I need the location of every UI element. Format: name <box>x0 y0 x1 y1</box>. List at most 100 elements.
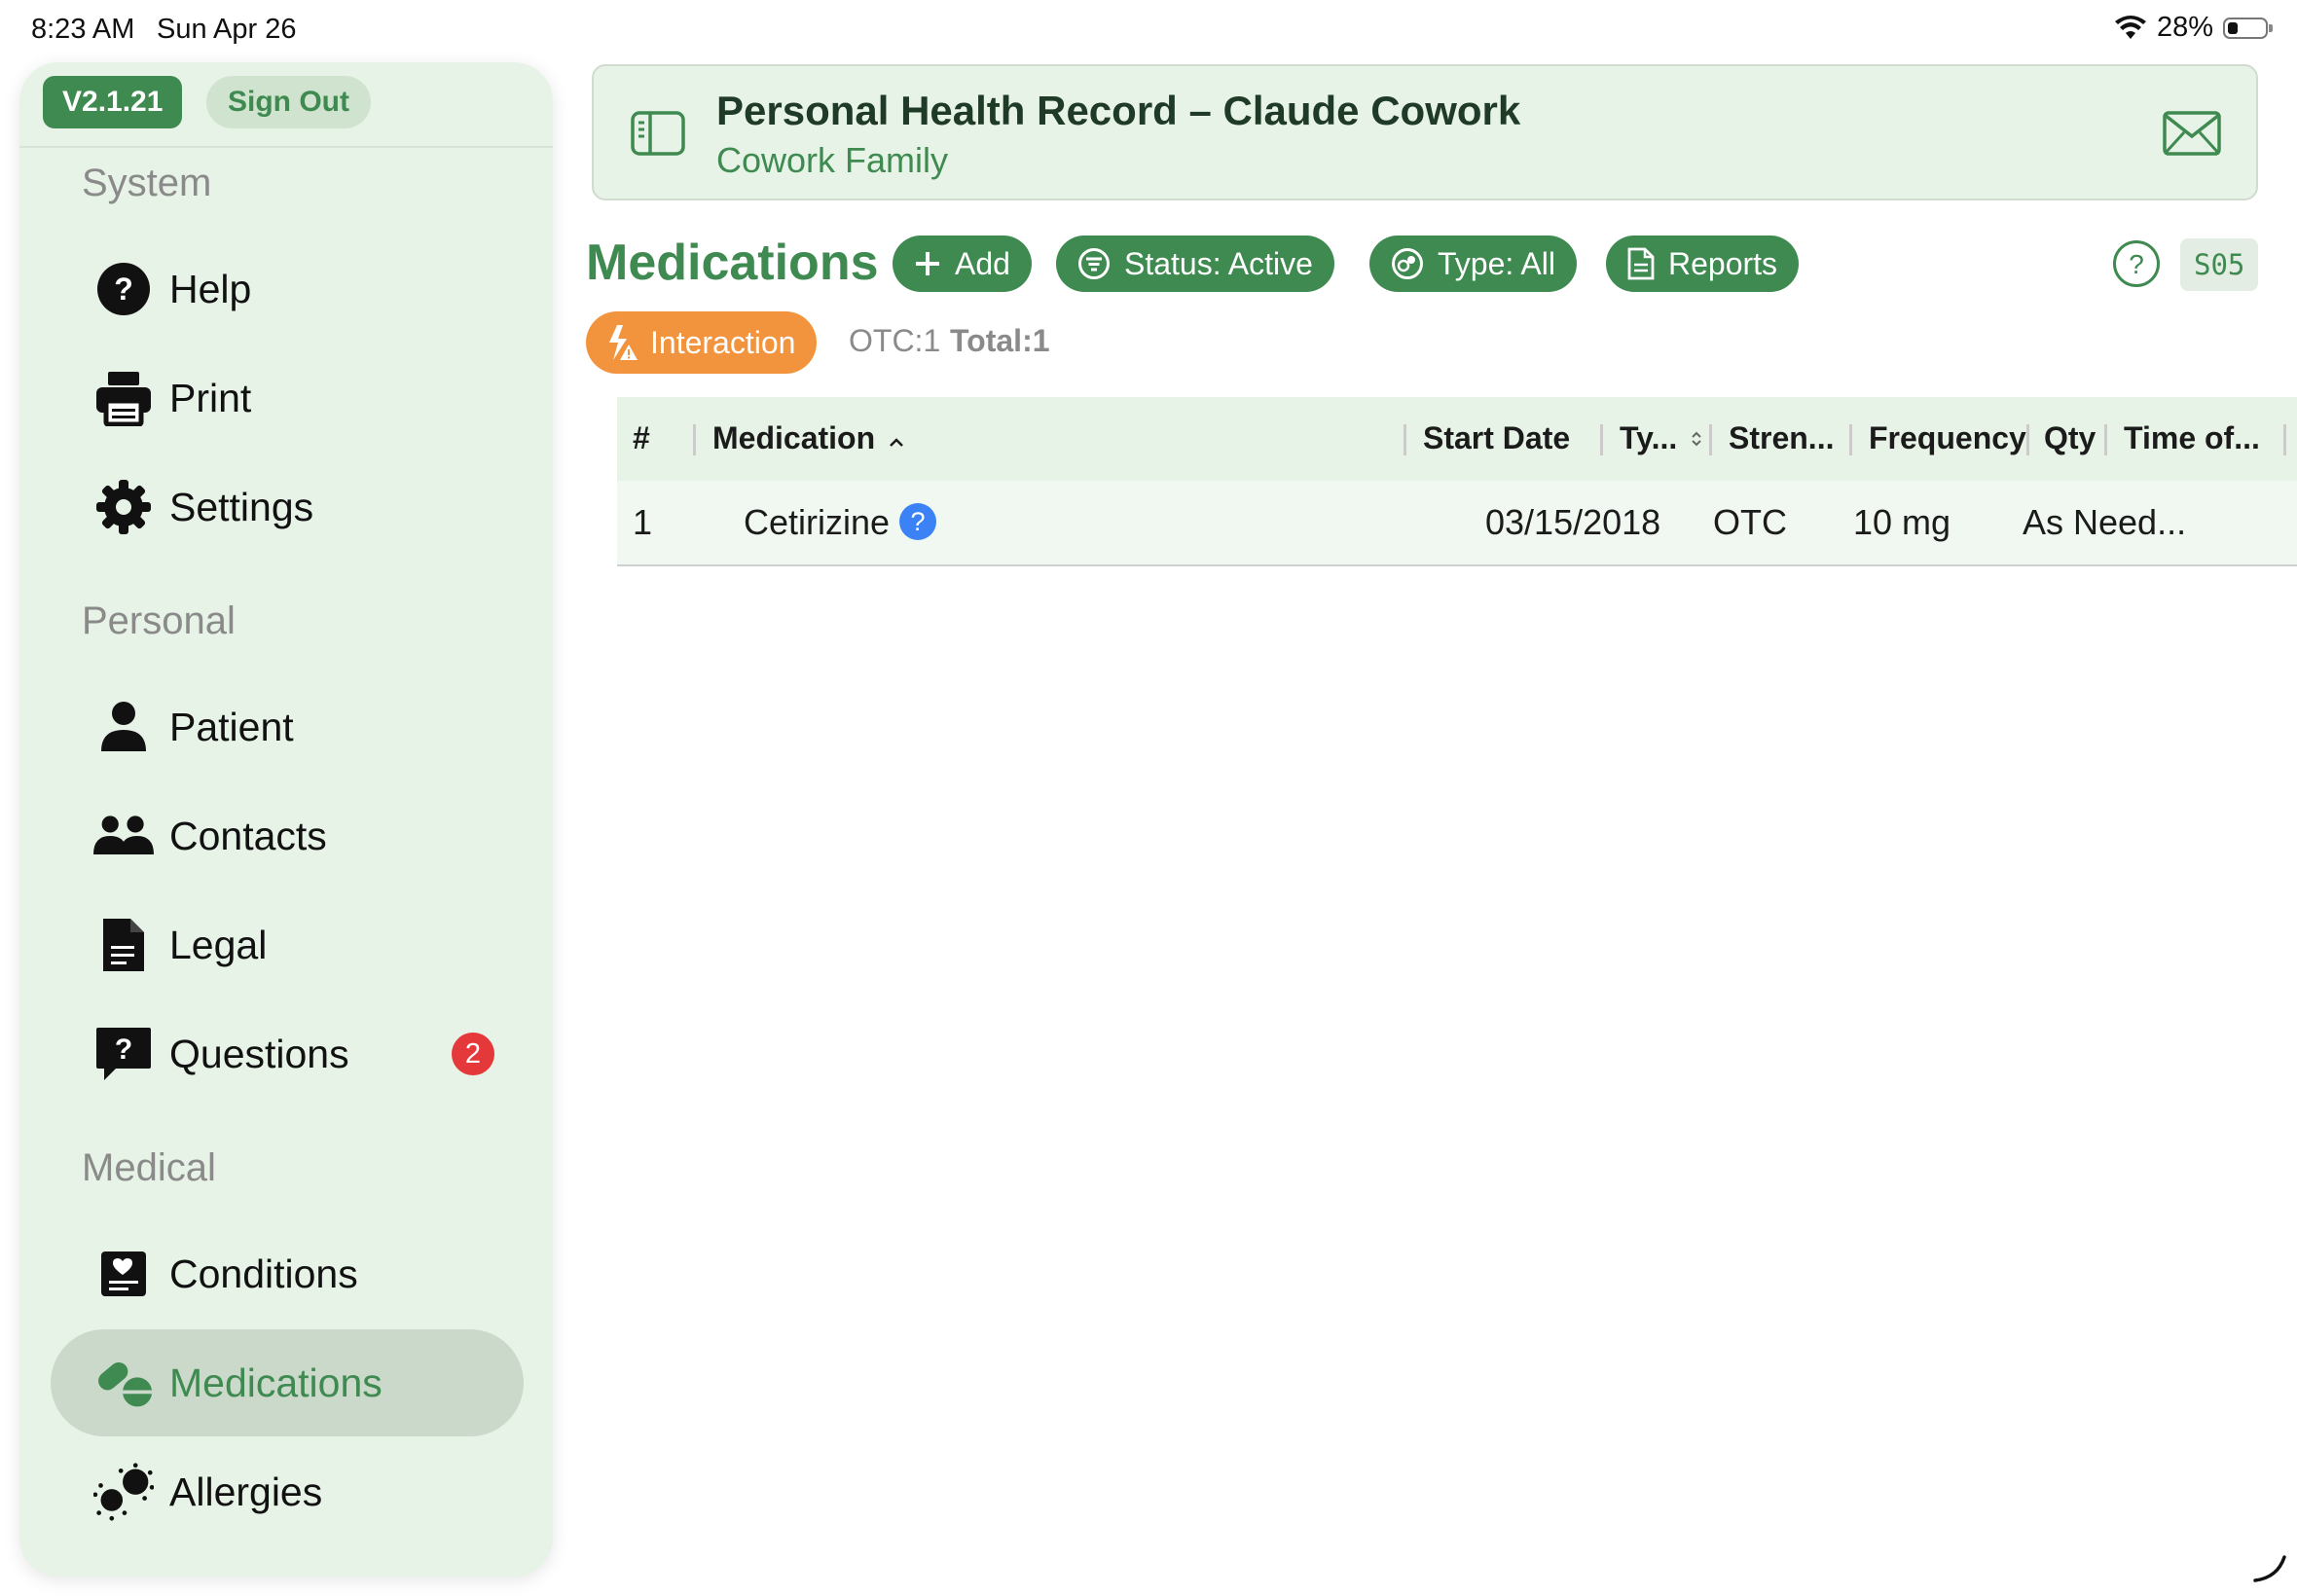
pills-filter-icon <box>1392 248 1423 279</box>
sidebar-item-label: Conditions <box>169 1251 358 1296</box>
status-filter-label: Status: Active <box>1124 245 1313 281</box>
column-header-type[interactable]: Ty... <box>1620 420 1703 456</box>
column-header-type-label: Ty... <box>1620 420 1678 455</box>
type-filter-label: Type: All <box>1438 245 1555 281</box>
sidebar-item-contacts[interactable]: Contacts <box>51 782 524 889</box>
table-row[interactable]: 1 Cetirizine? 03/15/2018 OTC 10 mg As Ne… <box>617 481 2297 566</box>
sidebar-toggle-icon[interactable] <box>631 111 685 161</box>
svg-text:?: ? <box>114 272 133 307</box>
questions-count-badge: 2 <box>452 1033 494 1075</box>
column-separator[interactable] <box>1709 424 1712 455</box>
column-header-start-date[interactable]: Start Date <box>1423 420 1570 456</box>
heart-clipboard-icon <box>93 1244 154 1304</box>
filter-icon <box>1078 248 1110 279</box>
sidebar-item-conditions[interactable]: Conditions <box>51 1220 524 1327</box>
column-header-medication-label: Medication <box>712 420 876 455</box>
column-separator[interactable] <box>1849 424 1852 455</box>
sidebar-top: V2.1.21 Sign Out <box>19 62 553 148</box>
sidebar-item-help[interactable]: ? Help <box>51 236 524 343</box>
person-icon <box>93 697 154 757</box>
section-medical: Medical <box>82 1146 216 1189</box>
wifi-icon <box>2114 15 2146 39</box>
column-header-strength[interactable]: Stren... <box>1729 420 1834 456</box>
cell-medication: Cetirizine? <box>744 502 937 543</box>
sidebar-item-medications[interactable]: Medications <box>51 1329 524 1436</box>
status-filter-button[interactable]: Status: Active <box>1056 236 1334 292</box>
cell-strength: 10 mg <box>1853 502 1951 542</box>
sidebar: V2.1.21 Sign Out System ? Help Print Set… <box>19 62 553 1577</box>
sidebar-item-legal[interactable]: Legal <box>51 891 524 998</box>
sidebar-item-settings[interactable]: Settings <box>51 453 524 561</box>
battery-percent: 28% <box>2156 12 2213 43</box>
sidebar-item-label: Print <box>169 375 252 420</box>
document-icon <box>1627 247 1655 280</box>
column-header-qty[interactable]: Qty <box>2044 420 2096 456</box>
page-title: Medications <box>586 235 879 291</box>
status-time: 8:23 AM <box>31 14 135 45</box>
column-separator[interactable] <box>2283 424 2286 455</box>
sort-toggle-icon <box>1692 431 1701 447</box>
resize-corner-icon <box>2252 1554 2287 1588</box>
column-separator[interactable] <box>1404 424 1406 455</box>
allergen-icon <box>93 1462 154 1522</box>
cell-number: 1 <box>633 502 653 542</box>
interaction-warning-icon <box>609 325 638 360</box>
column-separator[interactable] <box>1600 424 1603 455</box>
add-button[interactable]: Add <box>893 236 1032 292</box>
cell-frequency: As Need... <box>2023 502 2187 542</box>
type-filter-button[interactable]: Type: All <box>1369 236 1577 292</box>
interaction-label: Interaction <box>650 324 796 360</box>
sidebar-item-label: Contacts <box>169 813 327 858</box>
table-header: # Medication Start Date Ty... Stren... F… <box>617 397 2297 481</box>
sidebar-item-label: Help <box>169 266 252 311</box>
column-separator[interactable] <box>2104 424 2107 455</box>
status-bar: 8:23 AM Sun Apr 26 28% <box>0 0 2297 58</box>
question-bubble-icon: ? <box>93 1024 154 1084</box>
sidebar-item-questions[interactable]: ? Questions 2 <box>51 1000 524 1107</box>
sidebar-item-label: Patient <box>169 704 294 749</box>
total-count: Total:1 <box>950 323 1050 358</box>
sidebar-item-label: Settings <box>169 484 314 529</box>
plus-icon <box>916 252 939 275</box>
interaction-button[interactable]: Interaction <box>586 311 818 374</box>
medication-info-icon[interactable]: ? <box>899 503 937 541</box>
svg-text:?: ? <box>2129 249 2144 279</box>
reports-label: Reports <box>1668 245 1778 281</box>
people-icon <box>93 806 154 866</box>
sign-out-button[interactable]: Sign Out <box>206 76 371 128</box>
medication-name: Cetirizine <box>744 502 891 542</box>
column-header-time-of[interactable]: Time of... <box>2124 420 2260 456</box>
sidebar-item-label: Medications <box>169 1360 383 1405</box>
status-date: Sun Apr 26 <box>157 14 297 45</box>
sidebar-item-print[interactable]: Print <box>51 345 524 452</box>
column-header-medication[interactable]: Medication <box>712 420 905 456</box>
column-header-number[interactable]: # <box>633 420 650 456</box>
status-right: 28% <box>2114 12 2273 44</box>
help-icon[interactable]: ? <box>2112 239 2161 293</box>
reports-button[interactable]: Reports <box>1606 236 1800 292</box>
sidebar-item-label: Legal <box>169 922 268 967</box>
column-header-frequency[interactable]: Frequency <box>1869 420 2026 456</box>
sidebar-item-allergies[interactable]: Allergies <box>51 1438 524 1545</box>
screen-code-badge: S05 <box>2180 238 2259 291</box>
cell-type: OTC <box>1713 502 1787 542</box>
pills-icon <box>93 1353 154 1413</box>
cell-start-date: 03/15/2018 <box>1485 502 1661 542</box>
printer-icon <box>93 368 154 428</box>
battery-icon <box>2223 17 2273 39</box>
version-badge[interactable]: V2.1.21 <box>43 76 183 128</box>
column-separator[interactable] <box>2026 424 2029 455</box>
question-circle-icon: ? <box>93 259 154 319</box>
gear-icon <box>93 477 154 537</box>
sidebar-item-label: Allergies <box>169 1469 323 1514</box>
column-separator[interactable] <box>693 424 696 455</box>
sidebar-item-patient[interactable]: Patient <box>51 673 524 780</box>
sort-ascending-icon <box>890 438 903 447</box>
header-card: Personal Health Record – Claude Cowork C… <box>592 64 2258 200</box>
mail-icon[interactable] <box>2163 111 2221 161</box>
section-personal: Personal <box>82 599 236 642</box>
section-system: System <box>82 162 212 204</box>
sidebar-item-label: Questions <box>169 1031 349 1076</box>
header-title: Personal Health Record – Claude Cowork <box>716 88 1521 133</box>
otc-count: OTC:1 <box>849 323 941 358</box>
